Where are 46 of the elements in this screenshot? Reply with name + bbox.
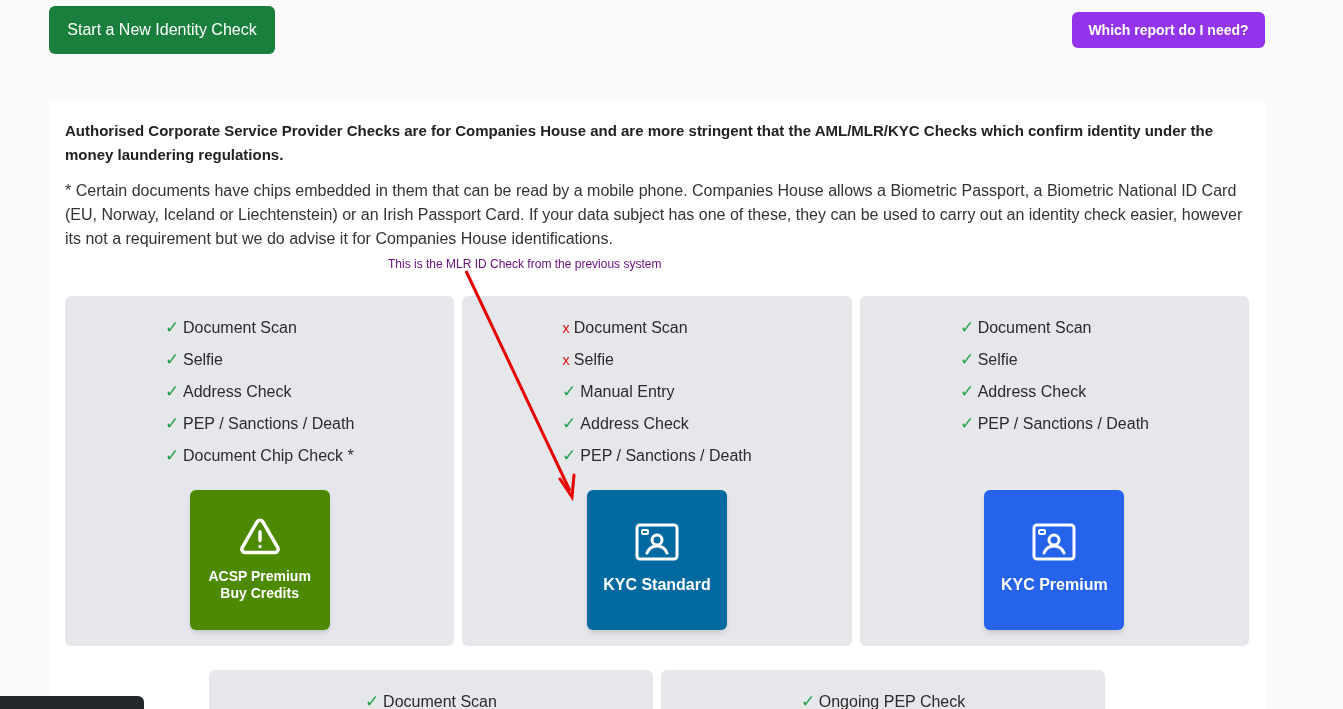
check-mark: ✓	[562, 381, 577, 404]
id-card-icon	[635, 523, 679, 561]
feature-label: PEP / Sanctions / Death	[977, 414, 1149, 434]
start-check-button[interactable]: Start a New Identity Check	[49, 6, 275, 54]
cross-mark: x	[562, 317, 570, 338]
id-card-icon	[1032, 523, 1077, 561]
feature-label: Address Check	[977, 382, 1087, 402]
feature-label: Document Chip Check *	[183, 446, 354, 466]
help-button[interactable]: Which report do I need?	[1072, 12, 1265, 48]
check-mark: ✓	[959, 413, 974, 436]
feature-label: Selfie	[573, 350, 614, 370]
warning-icon	[238, 518, 281, 556]
annotation-text: This is the MLR ID Check from the previous system	[388, 256, 662, 273]
check-mark: ✓	[165, 445, 179, 468]
feature-label: Address Check	[183, 382, 292, 402]
tile-title: KYC Premium	[1000, 575, 1108, 595]
check-mark: ✓	[562, 445, 577, 468]
feature-label: Manual Entry	[580, 382, 675, 402]
chip-note: * Certain documents have chips embedded in them that can be read by a mobile phone. Companies House allows a Biometric Passport, a Biometric National ID Card (EU, Norway, Iceland or Liechtenstein) or an Irish Passport Card. If your data subject has one of these, they can be used to carry out an identity check easier, however its not a requirement but we do advise it for Companies House identifications.	[65, 181, 1244, 249]
feature-label: PEP / Sanctions / Death	[580, 446, 752, 466]
check-mark: ✓	[165, 381, 179, 404]
feature-label: Document Scan	[383, 692, 497, 709]
tile-title: ACSP Premium	[208, 568, 311, 585]
product-tile[interactable]: KYC Standard	[587, 490, 727, 630]
product-tile[interactable]: KYC Premium	[984, 490, 1125, 630]
feature-label: Selfie	[977, 350, 1018, 370]
feature-label: Document Scan	[183, 318, 297, 338]
check-mark: ✓	[959, 317, 974, 340]
check-mark: ✓	[959, 349, 974, 372]
check-mark: ✓	[165, 413, 179, 436]
acsp-note: Authorised Corporate Service Provider Checks are for Companies House and are more stringent that the AML/MLR/KYC Checks which confirm identity under the money laundering regulations.	[65, 121, 1214, 165]
check-mark: ✓	[959, 381, 974, 404]
feature-label: Selfie	[183, 350, 223, 370]
feature-label: Document Scan	[977, 318, 1092, 338]
check-mark: ✓	[800, 691, 815, 709]
check-mark: ✓	[365, 691, 380, 709]
check-mark: ✓	[562, 413, 577, 436]
check-mark: ✓	[165, 349, 179, 372]
product-tile[interactable]: ACSP Premium Buy Credits	[189, 490, 330, 630]
check-mark: ✓	[165, 317, 179, 340]
tile-subtitle: Buy Credits	[220, 585, 299, 602]
cross-mark: x	[562, 349, 570, 370]
tile-title: KYC Standard	[603, 575, 711, 595]
feature-label: Address Check	[580, 414, 689, 434]
feature-label: Document Scan	[573, 318, 688, 338]
feature-label: PEP / Sanctions / Death	[183, 414, 355, 434]
